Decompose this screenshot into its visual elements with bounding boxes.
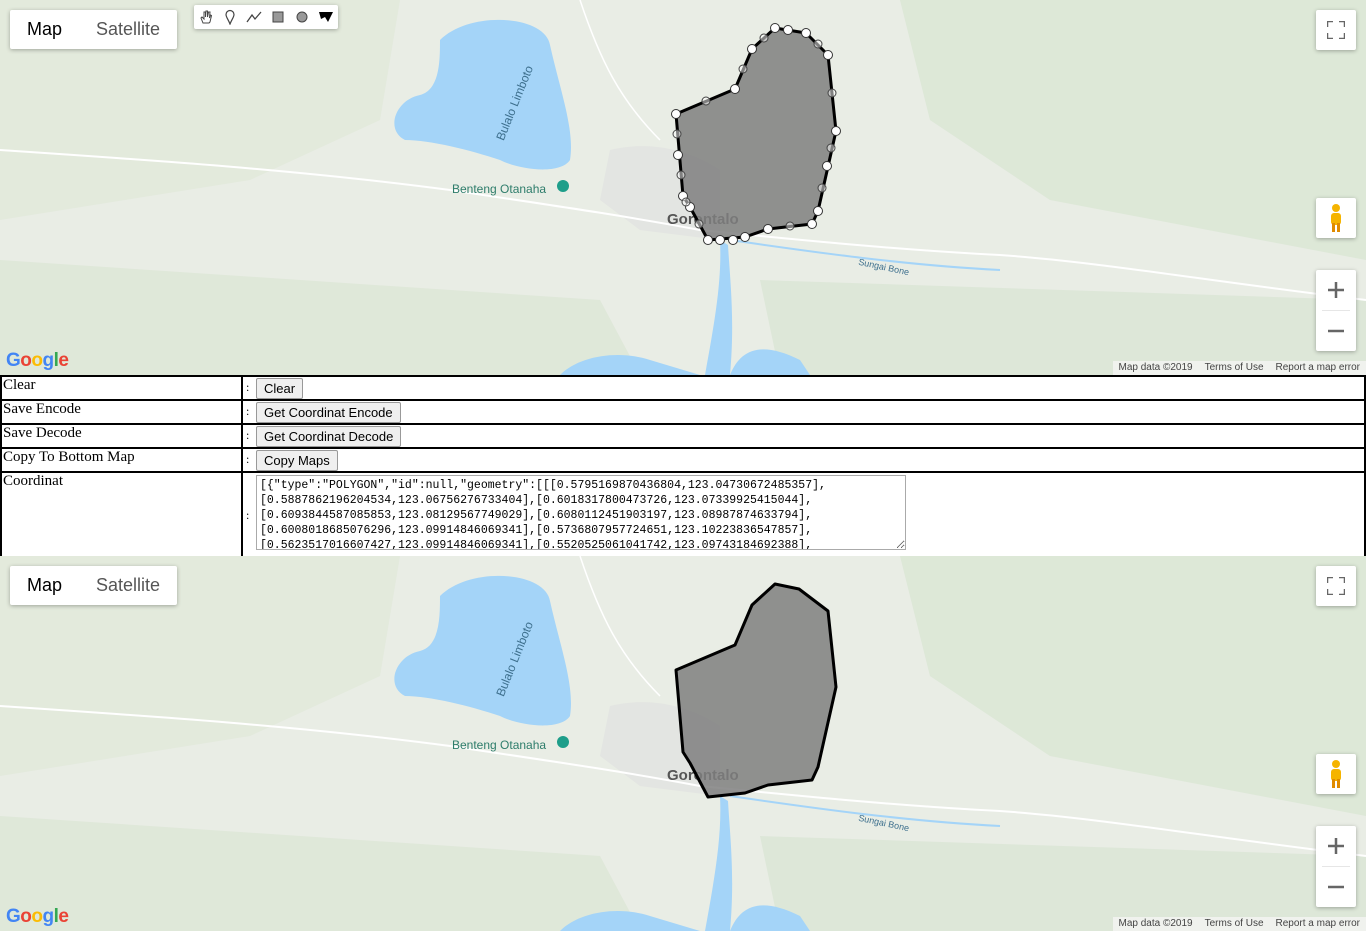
zoom-control [1316, 270, 1356, 351]
control-form: Clear : Clear Save Encode : Get Coordina… [0, 375, 1366, 560]
get-coordinat-encode-button[interactable]: Get Coordinat Encode [256, 402, 401, 423]
zoom-out-button[interactable] [1316, 867, 1356, 907]
zoom-in-button[interactable] [1316, 270, 1356, 310]
pegman-icon [1331, 760, 1341, 788]
circle-icon[interactable] [290, 5, 314, 29]
polygon-overlay[interactable] [0, 0, 1366, 375]
top-map[interactable]: Bulalo Limboto Benteng Otanaha Gorontalo… [0, 0, 1366, 375]
google-logo[interactable]: Google [6, 906, 69, 928]
map-type-satellite-button[interactable]: Satellite [79, 566, 177, 605]
form-row-save-encode: Save Encode : Get Coordinat Encode [1, 400, 1365, 424]
rectangle-icon[interactable] [266, 5, 290, 29]
fullscreen-button[interactable] [1316, 566, 1356, 606]
row-separator: : [242, 472, 251, 559]
row-separator: : [242, 424, 251, 448]
report-error-link[interactable]: Report a map error [1276, 917, 1360, 931]
fullscreen-icon [1327, 577, 1345, 595]
map-type-map-button[interactable]: Map [10, 10, 79, 49]
polyline-icon[interactable] [242, 5, 266, 29]
map-data-text: Map data ©2019 [1118, 918, 1193, 929]
row-separator: : [242, 376, 251, 400]
row-separator: : [242, 448, 251, 472]
form-row-coordinat: Coordinat : [{"type":"POLYGON","id":null… [1, 472, 1365, 559]
pegman-button[interactable] [1316, 754, 1356, 794]
google-logo[interactable]: Google [6, 350, 69, 372]
map-attribution: Map data ©2019 Terms of Use Report a map… [1112, 917, 1366, 931]
fullscreen-button[interactable] [1316, 10, 1356, 50]
plus-icon [1328, 838, 1344, 854]
form-row-clear: Clear : Clear [1, 376, 1365, 400]
map-type-map-button[interactable]: Map [10, 566, 79, 605]
drawing-toolbar [194, 5, 338, 29]
polygon-icon[interactable] [314, 5, 338, 29]
coordinat-textarea[interactable]: [{"type":"POLYGON","id":null,"geometry":… [256, 475, 906, 550]
map-type-satellite-button[interactable]: Satellite [79, 10, 177, 49]
minus-icon [1328, 329, 1344, 333]
form-row-save-decode: Save Decode : Get Coordinat Decode [1, 424, 1365, 448]
map-attribution: Map data ©2019 Terms of Use Report a map… [1112, 361, 1366, 375]
pegman-icon [1331, 204, 1341, 232]
bottom-map[interactable]: Bulalo Limboto Benteng Otanaha Gorontalo… [0, 556, 1366, 931]
terms-link[interactable]: Terms of Use [1205, 917, 1264, 931]
row-label: Copy To Bottom Map [1, 448, 242, 472]
report-error-link[interactable]: Report a map error [1276, 361, 1360, 375]
row-label: Save Decode [1, 424, 242, 448]
plus-icon [1328, 282, 1344, 298]
map-type-control: Map Satellite [10, 566, 178, 605]
map-data-text: Map data ©2019 [1118, 362, 1193, 373]
fullscreen-icon [1327, 21, 1345, 39]
form-row-copy-maps: Copy To Bottom Map : Copy Maps [1, 448, 1365, 472]
row-label: Save Encode [1, 400, 242, 424]
terms-link[interactable]: Terms of Use [1205, 361, 1264, 375]
copy-maps-button[interactable]: Copy Maps [256, 450, 338, 471]
zoom-in-button[interactable] [1316, 826, 1356, 866]
clear-button[interactable]: Clear [256, 378, 304, 399]
marker-icon[interactable] [218, 5, 242, 29]
zoom-control [1316, 826, 1356, 907]
pegman-button[interactable] [1316, 198, 1356, 238]
map-type-control: Map Satellite [10, 10, 178, 49]
row-label: Coordinat [1, 472, 242, 559]
row-separator: : [242, 400, 251, 424]
polygon-overlay[interactable] [0, 556, 1366, 931]
minus-icon [1328, 885, 1344, 889]
hand-icon[interactable] [194, 5, 218, 29]
zoom-out-button[interactable] [1316, 311, 1356, 351]
row-label: Clear [1, 376, 242, 400]
get-coordinat-decode-button[interactable]: Get Coordinat Decode [256, 426, 402, 447]
